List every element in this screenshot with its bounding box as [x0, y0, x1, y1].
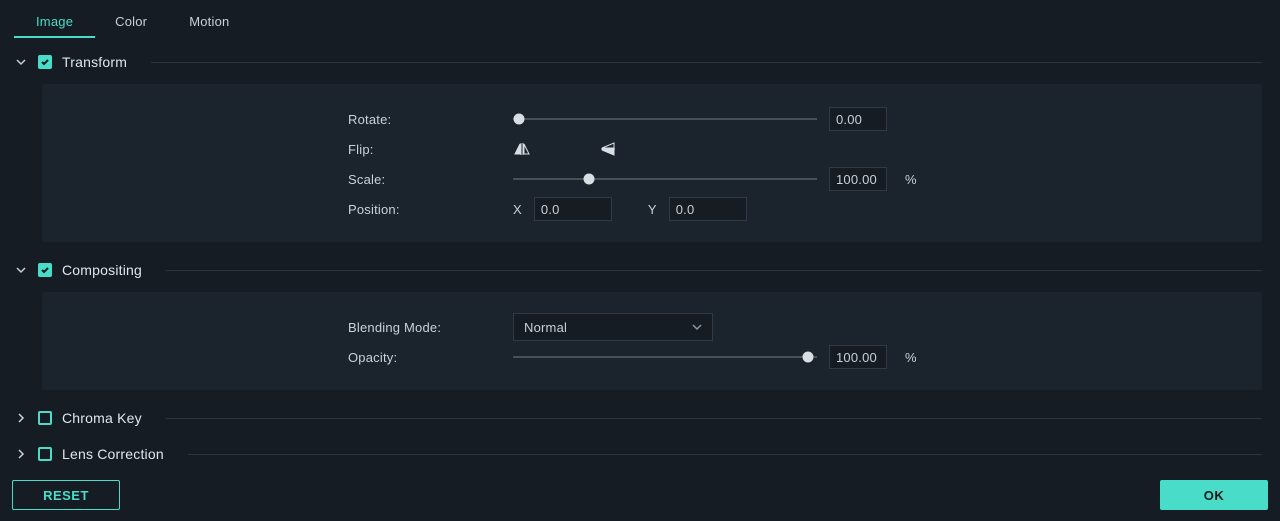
section-header-transform: Transform — [14, 48, 1262, 76]
checkbox-lens-correction[interactable] — [38, 447, 52, 461]
label-scale: Scale: — [348, 172, 513, 187]
flip-horizontal-icon[interactable] — [513, 140, 531, 158]
unit-opacity: % — [905, 350, 917, 365]
section-header-compositing: Compositing — [14, 256, 1262, 284]
label-opacity: Opacity: — [348, 350, 513, 365]
section-body-compositing: Blending Mode: Normal Opacity: 100.00 % — [42, 292, 1262, 390]
section-title-lens-correction: Lens Correction — [62, 446, 164, 462]
section-header-chroma-key: Chroma Key — [14, 404, 1262, 432]
label-position: Position: — [348, 202, 513, 217]
tab-motion[interactable]: Motion — [189, 14, 229, 29]
divider — [151, 62, 1262, 63]
input-scale[interactable]: 100.00 — [829, 167, 887, 191]
divider — [166, 418, 1262, 419]
input-pos-y[interactable]: 0.0 — [669, 197, 747, 221]
properties-panel: Transform Rotate: 0.00 Flip: — [0, 34, 1280, 469]
tab-color[interactable]: Color — [115, 14, 147, 29]
label-pos-x: X — [513, 202, 522, 217]
chevron-down-icon — [692, 320, 702, 335]
section-title-transform: Transform — [62, 54, 127, 70]
flip-vertical-icon[interactable] — [599, 140, 617, 158]
tab-image[interactable]: Image — [36, 14, 73, 29]
slider-scale[interactable] — [513, 172, 817, 186]
input-rotate[interactable]: 0.00 — [829, 107, 887, 131]
checkbox-compositing[interactable] — [38, 263, 52, 277]
section-title-chroma-key: Chroma Key — [62, 410, 142, 426]
select-blending-mode-value: Normal — [524, 320, 567, 335]
label-rotate: Rotate: — [348, 112, 513, 127]
slider-opacity[interactable] — [513, 350, 817, 364]
label-flip: Flip: — [348, 142, 513, 157]
input-opacity[interactable]: 100.00 — [829, 345, 887, 369]
input-pos-x[interactable]: 0.0 — [534, 197, 612, 221]
ok-button[interactable]: OK — [1160, 480, 1268, 510]
chevron-down-icon[interactable] — [14, 57, 28, 67]
section-body-transform: Rotate: 0.00 Flip: Scale: — [42, 84, 1262, 242]
checkbox-chroma-key[interactable] — [38, 411, 52, 425]
select-blending-mode[interactable]: Normal — [513, 313, 713, 341]
unit-scale: % — [905, 172, 917, 187]
section-header-lens-correction: Lens Correction — [14, 440, 1262, 468]
label-blending-mode: Blending Mode: — [348, 320, 513, 335]
divider — [188, 454, 1262, 455]
reset-button[interactable]: RESET — [12, 480, 120, 510]
chevron-down-icon[interactable] — [14, 265, 28, 275]
chevron-right-icon[interactable] — [14, 449, 28, 459]
checkbox-transform[interactable] — [38, 55, 52, 69]
label-pos-y: Y — [648, 202, 657, 217]
slider-rotate[interactable] — [513, 112, 817, 126]
tab-bar: Image Color Motion — [0, 0, 1280, 34]
divider — [166, 270, 1262, 271]
section-title-compositing: Compositing — [62, 262, 142, 278]
footer: RESET OK — [0, 469, 1280, 521]
chevron-right-icon[interactable] — [14, 413, 28, 423]
